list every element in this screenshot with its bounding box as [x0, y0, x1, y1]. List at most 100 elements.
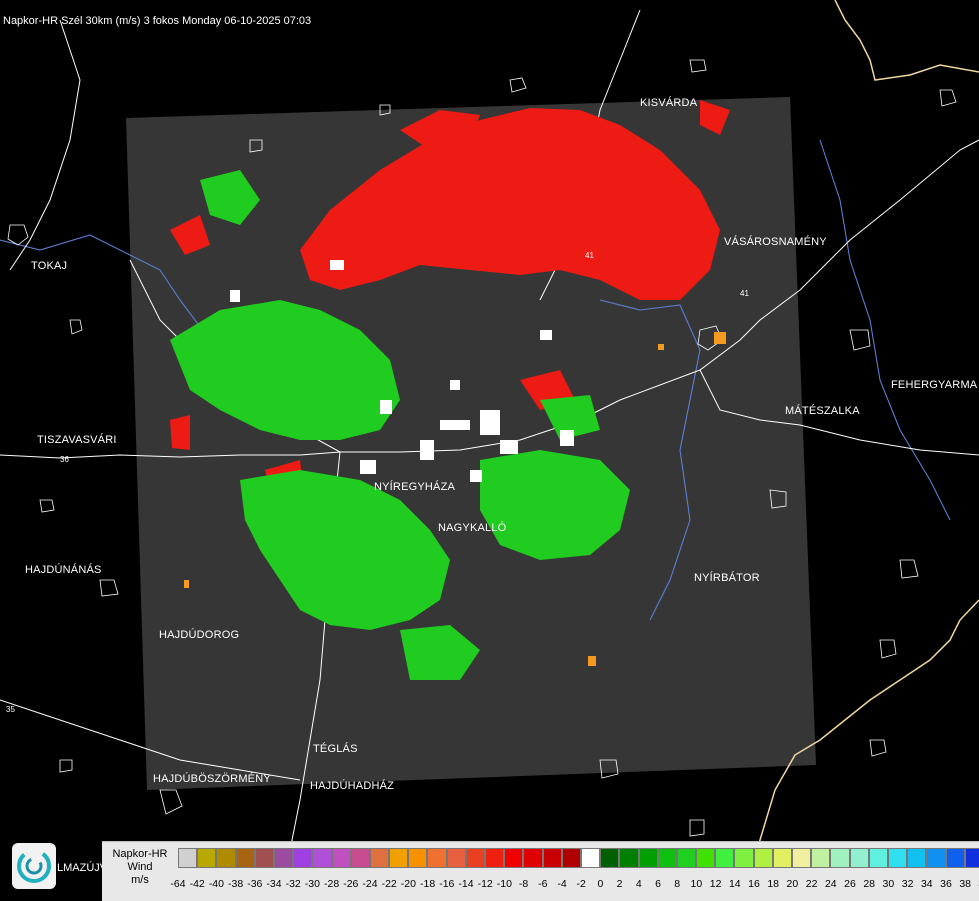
legend-tick-label: -24 [362, 878, 377, 890]
legend-swatch [965, 848, 979, 868]
legend-tick-label: 32 [902, 878, 914, 890]
legend-title-line1: Napkor-HR [106, 848, 174, 861]
road-number-36: 36 [60, 455, 69, 464]
legend-swatch [216, 848, 235, 868]
legend-swatch [312, 848, 331, 868]
legend-swatch [639, 848, 658, 868]
legend-tick-label: 30 [883, 878, 895, 890]
legend-tick-label: -12 [478, 878, 493, 890]
legend-tick-label: 20 [787, 878, 799, 890]
legend-tick-label: -4 [557, 878, 566, 890]
city-label-teglas: TÉGLÁS [313, 743, 358, 755]
legend-tick-label: 4 [636, 878, 642, 890]
legend-swatch [946, 848, 965, 868]
legend-swatch [293, 848, 312, 868]
napkor-logo [12, 843, 56, 889]
legend-tick-label: -8 [519, 878, 528, 890]
legend-tick-label: 16 [748, 878, 760, 890]
legend-swatch [715, 848, 734, 868]
legend-swatch [370, 848, 389, 868]
legend-tick-label: 36 [940, 878, 952, 890]
legend-tick-label: -42 [190, 878, 205, 890]
legend-swatch [850, 848, 869, 868]
city-label-hajduboszormeny: HAJDÚBÖSZÖRMÉNY [153, 773, 271, 785]
legend-swatch [869, 848, 888, 868]
wind-legend: Napkor-HR Wind m/s -64-42-40-38-36-34-32… [102, 841, 979, 901]
legend-swatch [485, 848, 504, 868]
legend-swatch [274, 848, 293, 868]
legend-tick-label: -22 [382, 878, 397, 890]
legend-tick-label: -40 [209, 878, 224, 890]
legend-swatch [773, 848, 792, 868]
legend-swatch [734, 848, 753, 868]
legend-swatch [255, 848, 274, 868]
legend-swatch [332, 848, 351, 868]
legend-swatch [907, 848, 926, 868]
legend-swatch [562, 848, 581, 868]
legend-swatch [389, 848, 408, 868]
city-label-mateszalka: MÁTÉSZALKA [785, 405, 860, 417]
legend-swatch [677, 848, 696, 868]
legend-swatch [427, 848, 446, 868]
legend-swatch [619, 848, 638, 868]
city-label-tiszavasvari: TISZAVASVÁRI [37, 434, 117, 446]
legend-title: Napkor-HR Wind m/s [106, 848, 174, 887]
legend-tick-label: 8 [674, 878, 680, 890]
city-label-vasarosnameny: VÁSÁROSNAMÉNY [724, 236, 827, 248]
city-label-nyiregyhaza: NYÍREGYHÁZA [374, 481, 455, 493]
legend-swatch [351, 848, 370, 868]
legend-swatch [236, 848, 255, 868]
legend-tick-label: -26 [343, 878, 358, 890]
map-header: Napkor-HR Szél 30km (m/s) 3 fokos Monday… [3, 15, 311, 27]
legend-swatch [408, 848, 427, 868]
legend-swatch [600, 848, 619, 868]
legend-swatch [523, 848, 542, 868]
radar-map: 36 35 41 41 [0, 0, 979, 900]
city-label-fehergyarma: FEHERGYARMA [891, 379, 977, 391]
legend-tick-label: 12 [710, 878, 722, 890]
city-label-nyirbator: NYÍRBÁTOR [694, 572, 760, 584]
road-number-41-b: 41 [585, 251, 594, 260]
city-label-kisvarda: KISVÁRDA [640, 97, 697, 109]
legend-tick-label: -32 [286, 878, 301, 890]
legend-tick-label: -34 [266, 878, 281, 890]
road-number-35: 35 [6, 705, 15, 714]
legend-tick-label: 34 [921, 878, 933, 890]
legend-tick-label: -36 [247, 878, 262, 890]
city-label-tokaj: TOKAJ [31, 260, 67, 272]
legend-swatch [658, 848, 677, 868]
legend-tick-label: -64 [170, 878, 185, 890]
legend-title-line2: Wind [106, 861, 174, 874]
legend-tick-label: 18 [767, 878, 779, 890]
legend-tick-label: -28 [324, 878, 339, 890]
city-label-hajdudorog: HAJDÚDOROG [159, 629, 239, 641]
legend-swatch [888, 848, 907, 868]
legend-swatch [792, 848, 811, 868]
city-label-hajdunanas: HAJDÚNÁNÁS [25, 564, 102, 576]
legend-tick-label: -38 [228, 878, 243, 890]
legend-tick-label: 6 [655, 878, 661, 890]
legend-swatch [754, 848, 773, 868]
legend-swatch [581, 848, 600, 868]
legend-swatch [504, 848, 523, 868]
swirl-icon [12, 843, 56, 889]
legend-tick-label: -6 [538, 878, 547, 890]
legend-tick-label: 38 [959, 878, 971, 890]
legend-tick-label: 28 [863, 878, 875, 890]
legend-swatch [466, 848, 485, 868]
city-label-hajduhadhaz: HAJDÚHADHÁZ [310, 780, 394, 792]
legend-swatch [696, 848, 715, 868]
legend-swatches [178, 848, 979, 870]
legend-tick-label: 26 [844, 878, 856, 890]
legend-tick-label: 22 [806, 878, 818, 890]
legend-swatch [926, 848, 945, 868]
legend-tick-label: -2 [577, 878, 586, 890]
legend-tick-label: -20 [401, 878, 416, 890]
legend-swatch [830, 848, 849, 868]
legend-tick-label: 2 [617, 878, 623, 890]
legend-tick-label: 0 [597, 878, 603, 890]
legend-tick-label: 14 [729, 878, 741, 890]
city-label-nagykallo: NAGYKALLÓ [438, 522, 506, 534]
legend-tick-label: -16 [439, 878, 454, 890]
legend-tick-label: -30 [305, 878, 320, 890]
